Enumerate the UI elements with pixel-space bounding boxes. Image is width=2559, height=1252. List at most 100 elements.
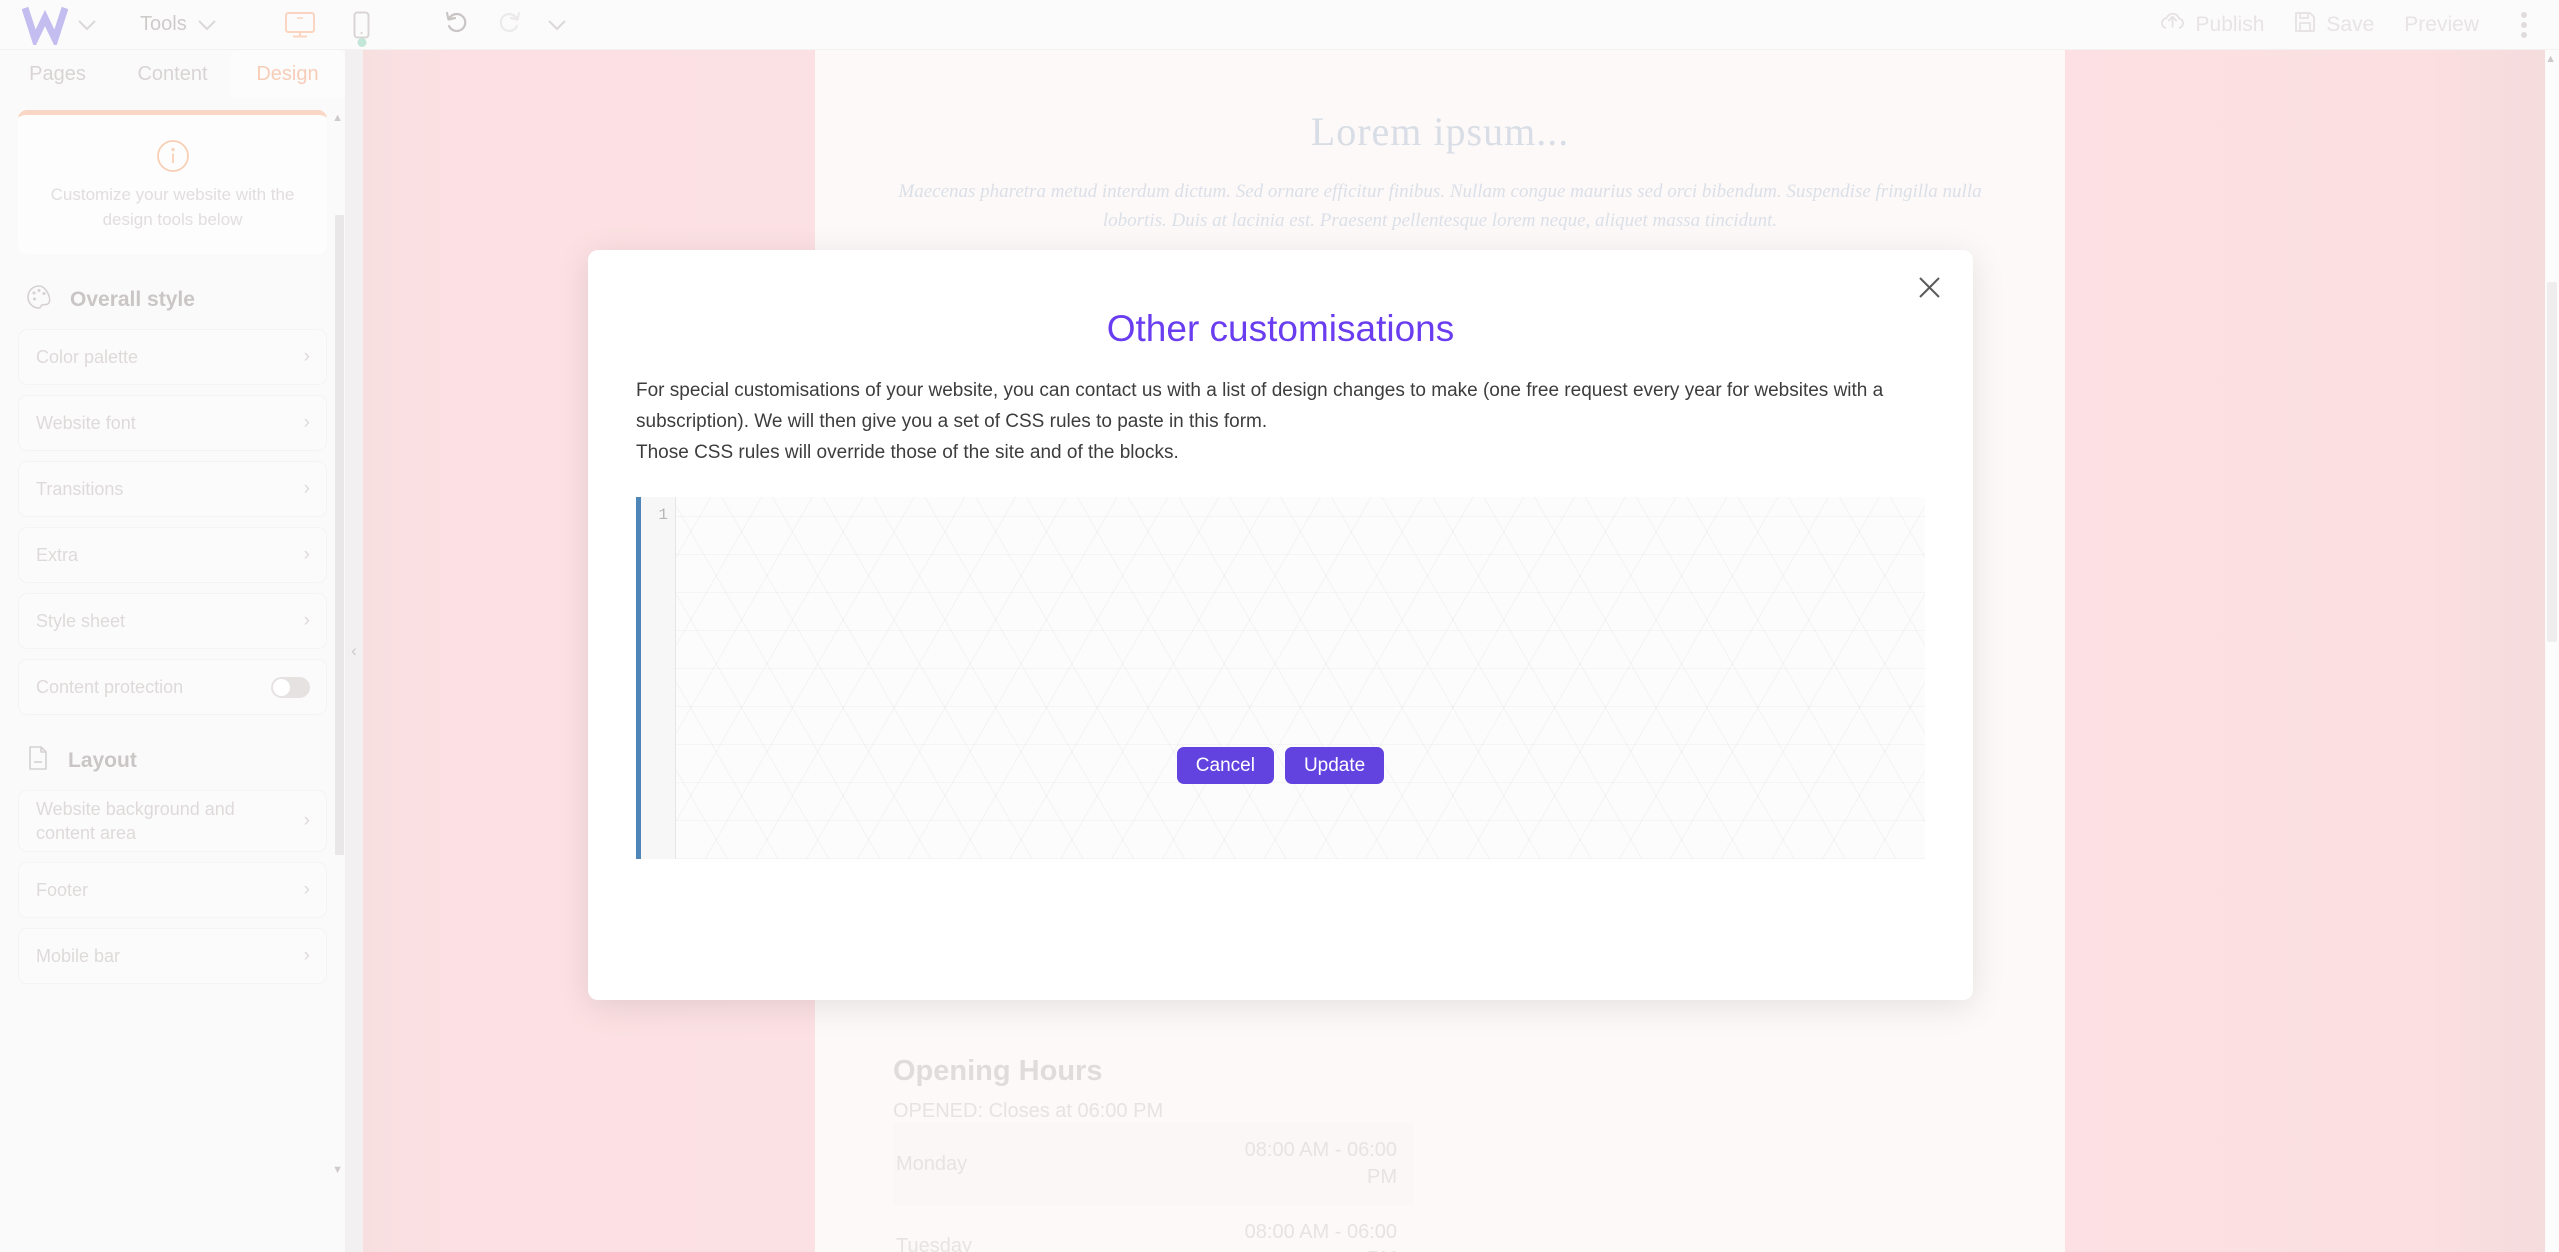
content-protection-toggle[interactable] [271, 676, 310, 698]
mobile-phone-icon[interactable] [342, 5, 382, 47]
left-sidebar: Pages Content Design Customize your webs… [0, 50, 345, 1252]
triangle-down-icon[interactable]: ▼ [332, 1164, 343, 1176]
sidebar-item-label: Mobile bar [36, 946, 121, 967]
publish-button[interactable]: Publish [2159, 11, 2265, 38]
top-toolbar: Tools Publish Save Preview [0, 0, 2559, 50]
save-button[interactable]: Save [2294, 11, 2374, 39]
sidebar-item-transitions[interactable]: Transitions › [18, 461, 327, 518]
opening-hours-title: Opening Hours [893, 1055, 1103, 1087]
redo-arrow-icon[interactable] [496, 10, 522, 39]
triangle-up-icon[interactable]: ▲ [2545, 53, 2556, 65]
chevron-right-icon: › [303, 544, 310, 566]
dialog-paragraph-1: For special customisations of your websi… [636, 380, 1884, 432]
mobile-status-dot [357, 37, 367, 47]
chevron-right-icon: › [303, 610, 310, 632]
tools-label: Tools [140, 13, 187, 35]
opening-hours-time: 08:00 AM - 06:00 PM [1244, 1221, 1397, 1252]
info-circle-icon [156, 139, 190, 173]
sidebar-scrollbar[interactable]: ▲ ▼ [332, 110, 345, 1252]
opening-hours-time: 08:00 AM - 06:00 PM [1244, 1139, 1397, 1188]
editor-text-area[interactable] [676, 496, 1925, 859]
sidebar-item-label: Color palette [36, 347, 139, 368]
history-group [444, 10, 566, 39]
kebab-menu-icon[interactable] [2509, 11, 2539, 38]
sidebar-item-mobile-bar[interactable]: Mobile bar › [18, 928, 327, 985]
opening-hours-status: OPENED: Closes at 06:00 PM [893, 1100, 1164, 1122]
dialog-actions: Cancel Update [588, 747, 1973, 784]
chevron-left-icon: ‹ [351, 641, 357, 660]
toolbar-actions: Publish Save Preview [2159, 11, 2559, 39]
logo-group[interactable] [0, 5, 96, 48]
hero-title: Lorem ipsum... [1310, 109, 1570, 154]
chevron-right-icon: › [303, 346, 310, 368]
close-button[interactable] [1907, 268, 1951, 312]
close-x-icon [1918, 276, 1941, 304]
canvas-scrollbar-thumb[interactable] [2547, 282, 2557, 642]
sidebar-item-label: Transitions [36, 479, 124, 500]
cloud-upload-icon [2159, 11, 2186, 38]
sidebar-item-extra[interactable]: Extra › [18, 527, 327, 584]
opening-hours-row: Tuesday 08:00 AM - 06:00 PM [893, 1205, 1413, 1252]
chevron-right-icon: › [303, 810, 310, 832]
sidebar-item-style-sheet[interactable]: Style sheet › [18, 593, 327, 650]
dialog-body: For special customisations of your websi… [588, 350, 1973, 469]
cancel-button[interactable]: Cancel [1176, 747, 1274, 784]
triangle-up-icon[interactable]: ▲ [332, 112, 343, 124]
chevron-right-icon: › [303, 945, 310, 967]
sidebar-scroll-region: Customize your website with the design t… [0, 110, 345, 1252]
w-logo-icon[interactable] [21, 5, 69, 48]
section-title: Overall style [70, 287, 195, 311]
floppy-disk-icon [2294, 11, 2316, 39]
chevron-down-icon[interactable] [78, 16, 96, 34]
preview-label: Preview [2404, 12, 2479, 36]
opening-hours-day: Tuesday [896, 1234, 972, 1252]
undo-arrow-icon[interactable] [444, 10, 470, 39]
device-toggle-group [280, 5, 382, 47]
other-customisations-dialog: Other customisations For special customi… [588, 250, 1973, 1000]
design-info-card: Customize your website with the design t… [18, 110, 327, 255]
opening-hours-row: Monday 08:00 AM - 06:00 PM [893, 1123, 1413, 1205]
chevron-right-icon: › [303, 879, 310, 901]
section-layout: Layout [18, 745, 327, 776]
opening-hours-day: Monday [896, 1152, 968, 1175]
sidebar-collapse-handle[interactable]: ‹ [345, 50, 363, 1252]
chevron-right-icon: › [303, 412, 310, 434]
document-icon [26, 745, 50, 776]
sidebar-item-label: Website background and content area [36, 798, 235, 844]
update-button[interactable]: Update [1284, 747, 1385, 784]
desktop-monitor-icon[interactable] [280, 5, 320, 45]
sidebar-item-label: Extra [36, 545, 79, 566]
section-title: Layout [68, 748, 137, 772]
section-overall-style: Overall style [18, 284, 327, 315]
palette-icon [26, 284, 52, 315]
css-code-editor[interactable]: 1 [636, 496, 1925, 859]
sidebar-item-website-font[interactable]: Website font › [18, 395, 327, 452]
sidebar-item-label: Content protection [36, 677, 184, 698]
tab-content[interactable]: Content [115, 50, 230, 98]
sidebar-item-label: Style sheet [36, 611, 126, 632]
tools-menu[interactable]: Tools [140, 13, 216, 36]
design-info-text: Customize your website with the design t… [50, 185, 295, 229]
sidebar-item-website-background[interactable]: Website background and content area › [18, 790, 327, 853]
chevron-down-icon[interactable] [197, 16, 216, 34]
sidebar-item-label: Website font [36, 413, 136, 434]
sidebar-scrollbar-thumb[interactable] [335, 215, 344, 855]
dialog-paragraph-2: Those CSS rules will override those of t… [636, 441, 1179, 463]
sidebar-tabs: Pages Content Design [0, 50, 345, 98]
chevron-down-icon[interactable] [547, 16, 566, 34]
preview-button[interactable]: Preview [2404, 13, 2479, 37]
sidebar-item-content-protection[interactable]: Content protection [18, 659, 327, 716]
tab-pages[interactable]: Pages [0, 50, 115, 98]
sidebar-item-color-palette[interactable]: Color palette › [18, 329, 327, 386]
sidebar-item-label: Footer [36, 880, 89, 901]
opening-hours-block: Opening Hours OPENED: Closes at 06:00 PM… [893, 1055, 1413, 1252]
save-label: Save [2326, 12, 2375, 36]
dialog-title: Other customisations [1106, 308, 1455, 349]
canvas-scrollbar[interactable]: ▲ [2545, 50, 2559, 1252]
editor-line-numbers: 1 [641, 496, 676, 859]
hero-paragraph: Maecenas pharetra metud interdum dictum.… [898, 181, 1982, 232]
tab-design[interactable]: Design [230, 50, 345, 98]
chevron-right-icon: › [303, 478, 310, 500]
sidebar-item-footer[interactable]: Footer › [18, 862, 327, 919]
publish-label: Publish [2195, 12, 2265, 36]
